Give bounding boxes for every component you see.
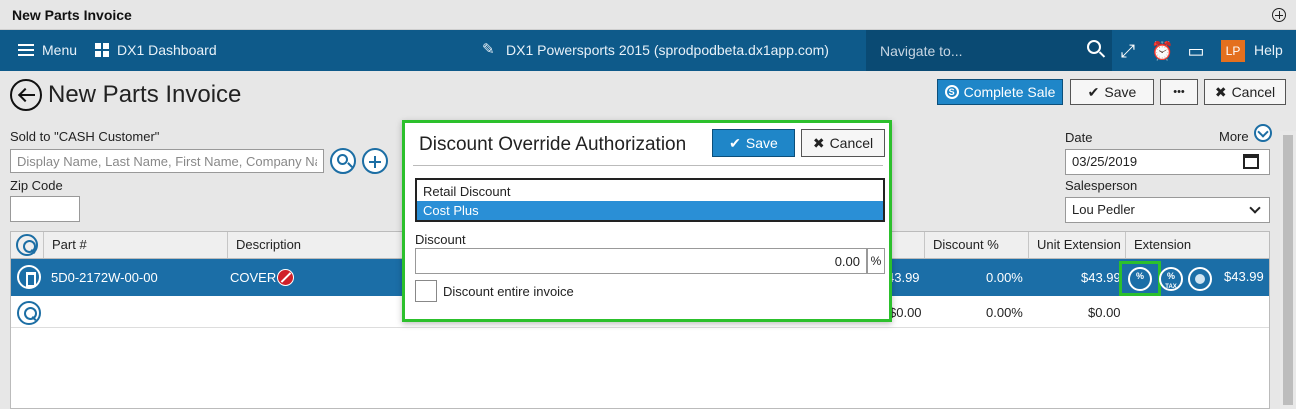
discount-override-icon[interactable]: % — [1128, 267, 1152, 291]
menu-button[interactable]: Menu — [18, 42, 77, 58]
dialog-cancel-label: Cancel — [829, 135, 874, 151]
date-value: 03/25/2019 — [1072, 154, 1138, 169]
zip-code-label: Zip Code — [10, 178, 63, 193]
dashboard-grid-icon — [95, 43, 109, 57]
window-title-bar: New Parts Invoice — [0, 0, 1296, 30]
menu-label: Menu — [42, 42, 78, 58]
sold-to-label: Sold to "CASH Customer" — [10, 129, 160, 144]
col-part-number[interactable]: Part # — [43, 232, 227, 258]
more-options-button[interactable]: ••• — [1160, 79, 1198, 105]
customer-search-button[interactable] — [330, 148, 356, 174]
more-label[interactable]: More — [1219, 129, 1249, 144]
customer-search-input[interactable] — [10, 149, 324, 173]
not-allowed-icon — [277, 269, 294, 286]
calendar-icon[interactable] — [1243, 154, 1259, 169]
salesperson-label: Salesperson — [1065, 178, 1138, 193]
check-icon: ✔ — [729, 134, 741, 151]
discount-value: 0.00% — [986, 305, 1023, 320]
top-nav-bar: Menu DX1 Dashboard ✎ DX1 Powersports 201… — [0, 30, 1296, 71]
help-link[interactable]: Help — [1254, 42, 1283, 58]
help-label: Help — [1254, 42, 1283, 58]
discount-entire-invoice-label: Discount entire invoice — [443, 284, 574, 299]
dollar-circle-icon: S — [944, 85, 959, 99]
discount-value: 0.00% — [986, 270, 1023, 285]
page-scrollbar[interactable] — [1280, 131, 1296, 409]
search-part-icon[interactable] — [17, 301, 41, 325]
list-option-retail-discount[interactable]: Retail Discount — [417, 182, 883, 201]
alarm-clock-icon[interactable]: ⏰ — [1151, 40, 1173, 62]
dialog-title: Discount Override Authorization — [419, 134, 687, 155]
hamburger-icon — [18, 44, 34, 56]
column-chooser-icon[interactable] — [16, 234, 38, 256]
tax-percent-icon[interactable]: % TAX — [1159, 267, 1183, 291]
cancel-button[interactable]: ✖ Cancel — [1204, 79, 1286, 105]
close-icon: ✖ — [812, 134, 825, 151]
close-icon: ✖ — [1214, 83, 1227, 100]
list-option-cost-plus[interactable]: Cost Plus — [417, 201, 883, 220]
part-number: 5D0-2172W-00-00 — [51, 270, 158, 285]
more-chevron-icon[interactable] — [1254, 124, 1272, 142]
salesperson-value: Lou Pedler — [1072, 202, 1135, 217]
dealership-selector[interactable]: ✎ DX1 Powersports 2015 (sprodpodbeta.dx1… — [482, 41, 829, 59]
save-button[interactable]: ✔ Save — [1070, 79, 1154, 105]
check-icon: ✔ — [1087, 83, 1100, 100]
page-title: New Parts Invoice — [48, 81, 242, 108]
dialog-cancel-button[interactable]: ✖ Cancel — [801, 129, 885, 157]
navigate-search — [866, 30, 1112, 71]
dealership-label: DX1 Powersports 2015 (sprodpodbeta.dx1ap… — [506, 42, 829, 58]
unit-extension-value: $43.99 — [1081, 270, 1121, 285]
col-description[interactable]: Description — [227, 232, 401, 258]
extension-value: $43.99 — [1224, 269, 1264, 284]
add-window-icon[interactable] — [1272, 8, 1286, 22]
date-label: Date — [1065, 130, 1093, 145]
dialog-save-button[interactable]: ✔ Save — [712, 129, 795, 157]
window-title: New Parts Invoice — [12, 7, 132, 23]
col-unit-extension[interactable]: Unit Extension — [1028, 232, 1125, 258]
chat-icon[interactable]: ▭ — [1185, 40, 1207, 62]
back-arrow-icon[interactable] — [10, 79, 42, 111]
navigate-search-input[interactable] — [880, 41, 1070, 61]
pencil-icon: ✎ — [482, 41, 495, 58]
price-value: $0.00 — [889, 305, 922, 320]
add-customer-button[interactable] — [362, 148, 388, 174]
search-icon[interactable] — [1087, 40, 1101, 54]
expand-icon[interactable]: ⤢ — [1117, 40, 1139, 62]
discount-type-list[interactable]: Retail Discount Cost Plus — [415, 178, 885, 222]
magnifier-icon — [337, 154, 348, 165]
unit-extension-value: $0.00 — [1088, 305, 1121, 320]
dialog-save-label: Save — [745, 135, 778, 151]
dashboard-label: DX1 Dashboard — [117, 42, 217, 58]
discount-amount-input[interactable] — [415, 248, 867, 274]
salesperson-select[interactable]: Lou Pedler — [1065, 197, 1270, 223]
complete-sale-button[interactable]: S Complete Sale — [937, 79, 1063, 105]
dialog-divider — [413, 165, 883, 166]
save-label: Save — [1104, 84, 1137, 100]
zip-code-field[interactable] — [10, 196, 80, 222]
cancel-label: Cancel — [1231, 84, 1276, 100]
date-field[interactable]: 03/25/2019 — [1065, 149, 1270, 175]
col-discount-pct[interactable]: Discount % — [924, 232, 1028, 258]
scrollbar-thumb[interactable] — [1283, 135, 1293, 405]
discount-override-dialog: Discount Override Authorization ✔ Save ✖… — [402, 120, 892, 322]
complete-sale-label: Complete Sale — [963, 84, 1056, 100]
description: COVER — [230, 270, 277, 285]
dashboard-link[interactable]: DX1 Dashboard — [95, 42, 217, 58]
discount-label: Discount — [415, 232, 466, 247]
col-extension[interactable]: Extension — [1125, 232, 1271, 258]
trash-icon[interactable] — [17, 265, 41, 289]
percent-toggle[interactable]: % — [867, 248, 885, 274]
settings-gear-icon[interactable] — [1188, 267, 1212, 291]
chevron-down-icon — [1249, 202, 1261, 214]
discount-entire-invoice-checkbox[interactable] — [415, 280, 437, 302]
user-avatar[interactable]: LP — [1221, 40, 1245, 62]
